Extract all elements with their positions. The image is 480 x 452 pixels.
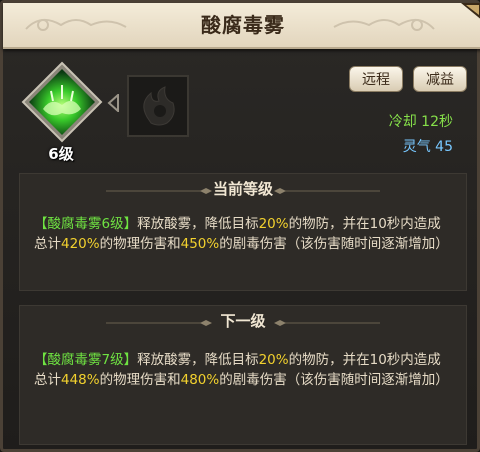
chevron-left-icon <box>107 94 119 112</box>
tag-debuff: 减益 <box>413 66 467 92</box>
desc-text: 的物理伤害和 <box>99 372 181 388</box>
tag-range: 远程 <box>349 66 403 92</box>
desc-text: 释放酸雾，降低目标 <box>137 216 259 232</box>
skill-level-label: 6级 <box>48 145 74 163</box>
current-level-section: 当前等级 【酸腐毒雾6级】释放酸雾，降低目标20%的物防，并在10秒内造成总计4… <box>19 173 467 291</box>
close-icon[interactable] <box>457 3 480 25</box>
next-level-section: 下一级 【酸腐毒雾7级】释放酸雾，降低目标20%的物防，并在10秒内造成总计44… <box>19 305 467 445</box>
next-level-description: 【酸腐毒雾7级】释放酸雾，降低目标20%的物防，并在10秒内造成总计448%的物… <box>34 350 454 390</box>
flame-silhouette-icon <box>143 86 175 126</box>
energy-cost-stat: 灵气 45 <box>402 139 453 155</box>
header-ornament-icon <box>274 320 380 326</box>
desc-value: 420% <box>61 236 100 252</box>
cloud-ornament-icon <box>333 18 435 31</box>
header-ornament-icon <box>274 188 380 194</box>
section-header: 下一级 <box>20 306 466 338</box>
desc-text: 释放酸雾，降低目标 <box>137 352 259 368</box>
desc-text: 的剧毒伤害（该伤害随时间逐渐增加） <box>219 236 449 252</box>
current-level-description: 【酸腐毒雾6级】释放酸雾，降低目标20%的物防，并在10秒内造成总计420%的物… <box>34 214 454 254</box>
desc-value: 480% <box>180 372 220 388</box>
skill-detail-panel: 酸腐毒雾 6级 远程 减益 冷却 12秒 灵气 45 当前等级 【酸腐毒雾6级】… <box>0 0 480 452</box>
locked-skill-slot[interactable] <box>127 75 189 137</box>
desc-value: 20% <box>258 352 289 368</box>
desc-value: 20% <box>258 216 289 232</box>
next-level-title: 下一级 <box>220 312 266 330</box>
cooldown-stat: 冷却 12秒 <box>388 114 453 130</box>
desc-text: 的物理伤害和 <box>99 236 181 252</box>
skill-name: 【酸腐毒雾6级】 <box>34 216 138 232</box>
title-bar: 酸腐毒雾 <box>3 3 480 49</box>
poison-mist-skill-icon[interactable] <box>21 61 103 143</box>
desc-value: 448% <box>61 372 100 388</box>
current-level-title: 当前等级 <box>212 180 273 198</box>
section-header: 当前等级 <box>20 174 466 206</box>
desc-text: 的剧毒伤害（该伤害随时间逐渐增加） <box>219 372 449 388</box>
desc-value: 450% <box>180 236 220 252</box>
skill-name: 【酸腐毒雾7级】 <box>34 352 138 368</box>
